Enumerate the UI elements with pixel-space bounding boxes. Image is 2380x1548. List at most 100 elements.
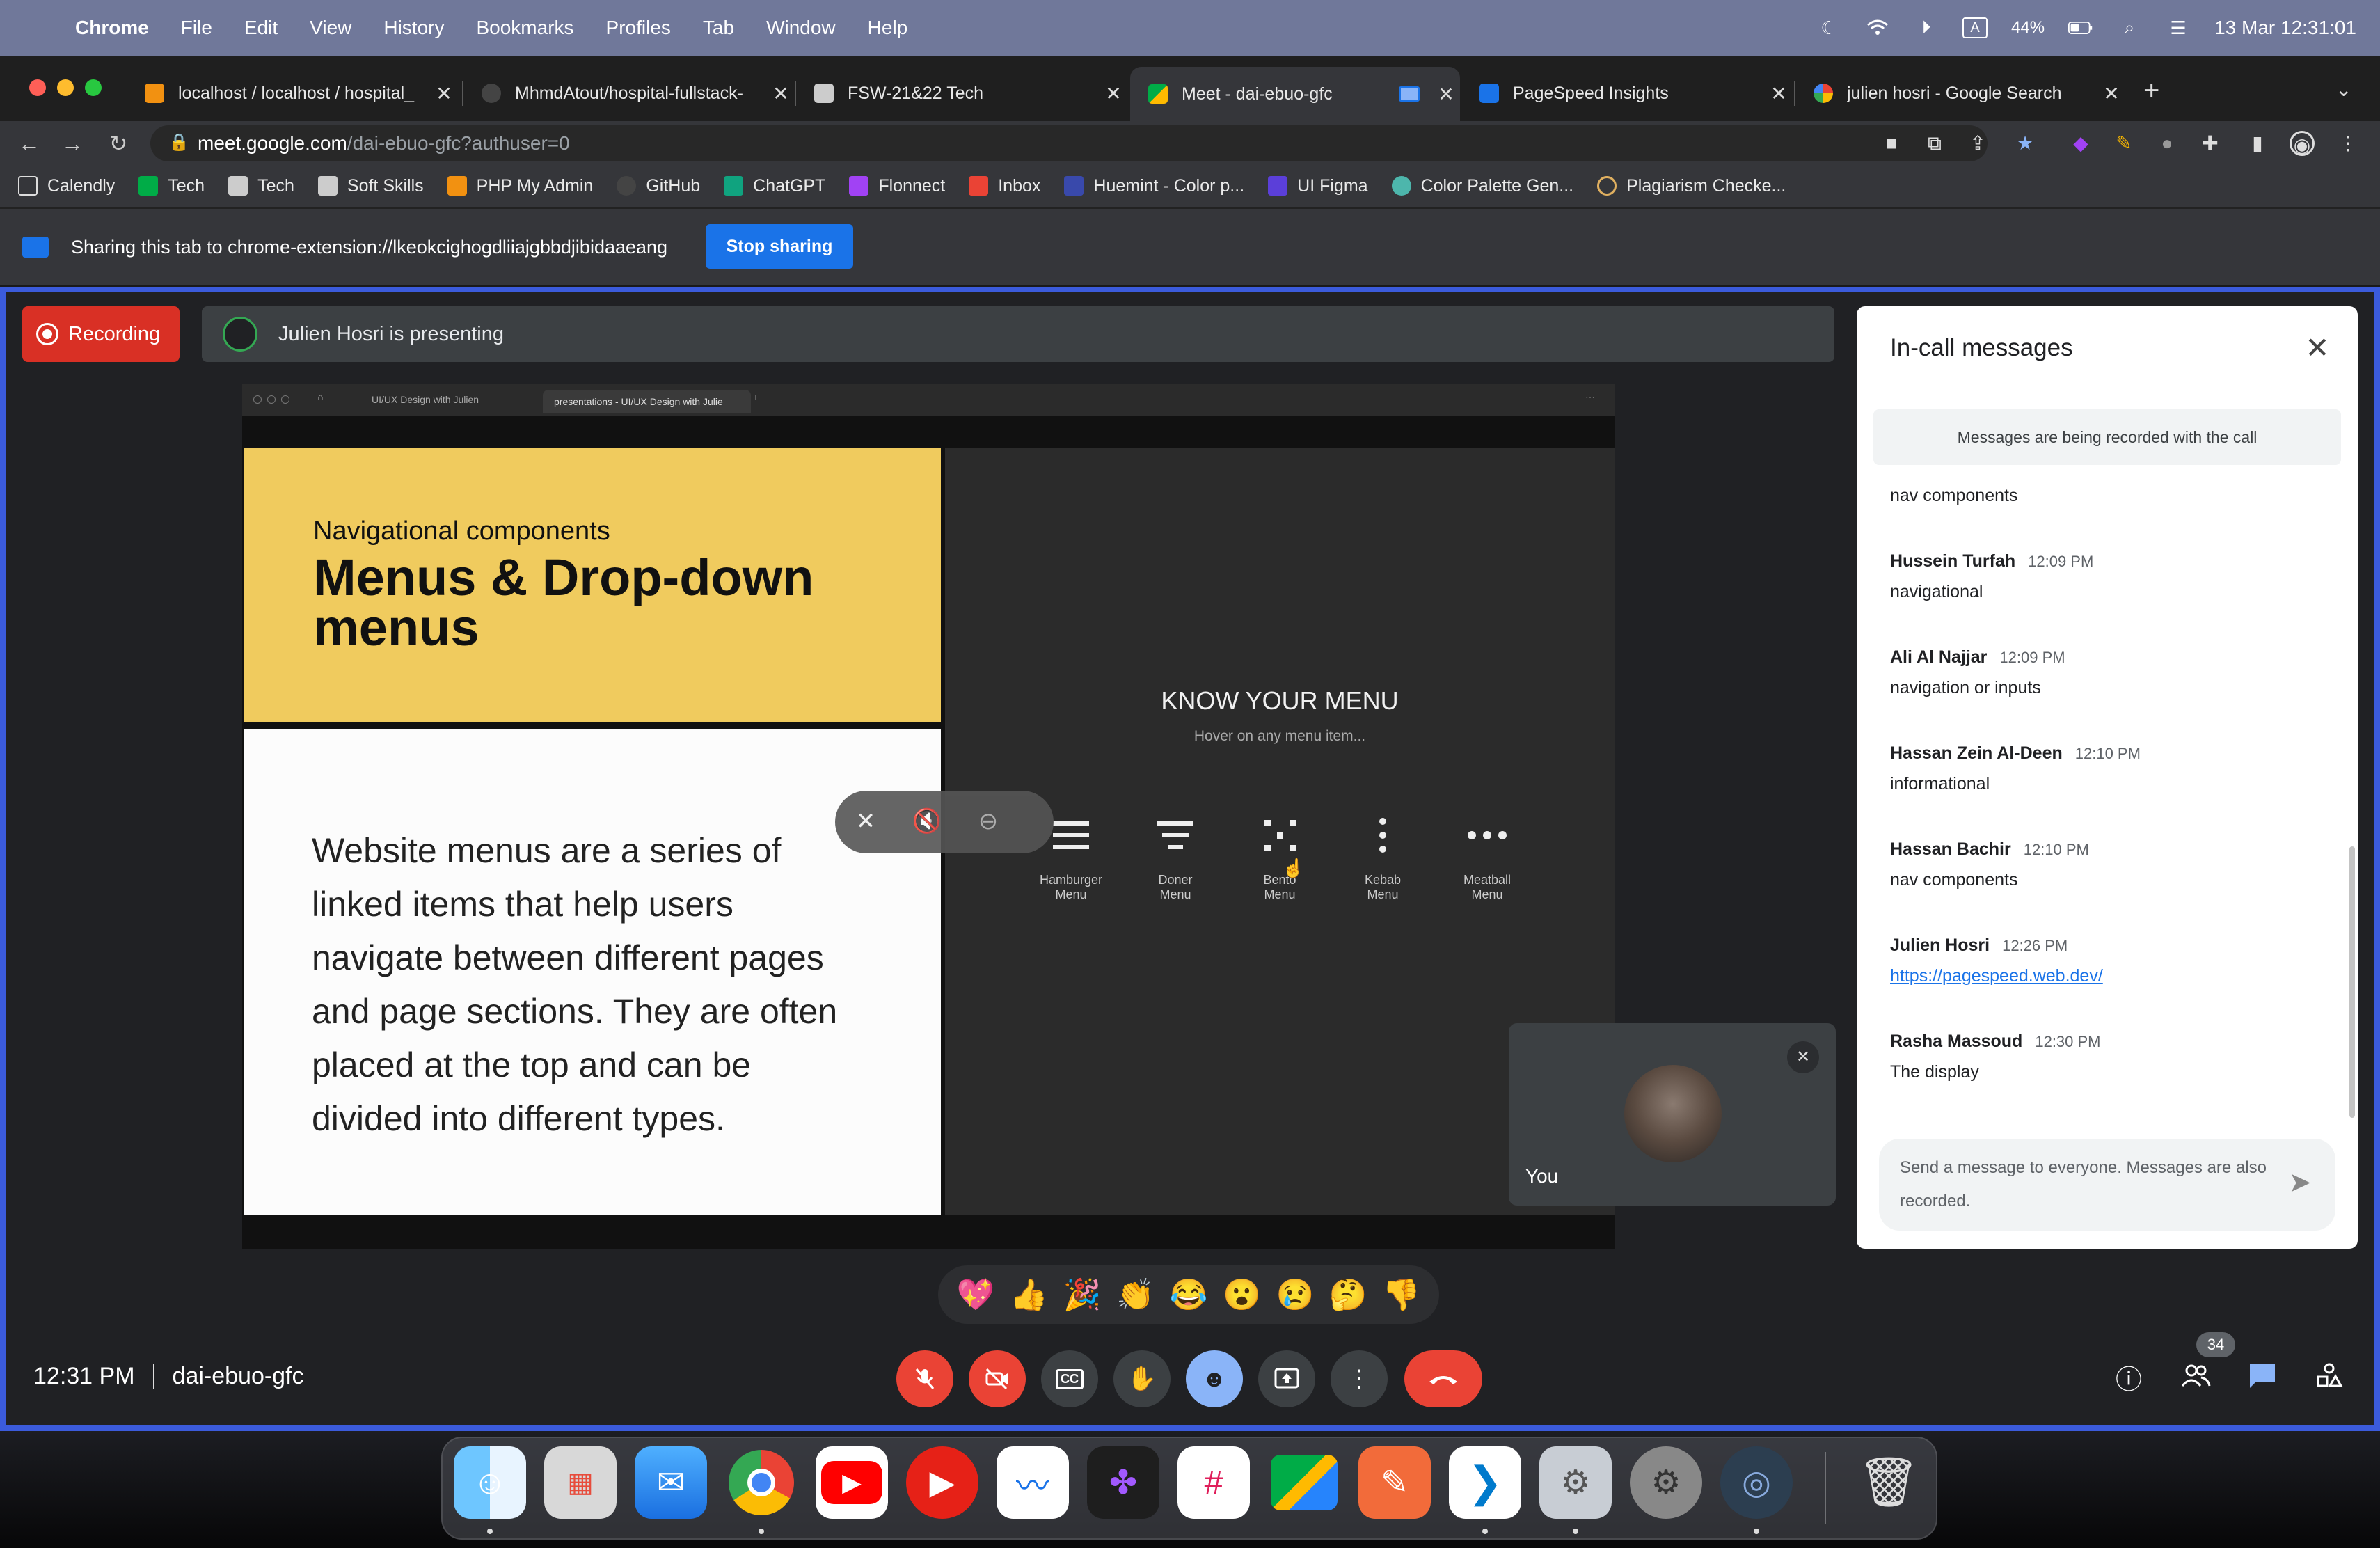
bookmark-ui-figma[interactable]: UI Figma <box>1268 176 1368 196</box>
bookmark-plagiarism[interactable]: Plagiarism Checke... <box>1597 176 1786 196</box>
youtube-icon[interactable]: ▶ <box>816 1446 888 1519</box>
laughing-reaction-icon[interactable]: 😂 <box>1170 1277 1208 1313</box>
bookmark-soft-skills[interactable]: Soft Skills <box>317 176 424 196</box>
chat-icon[interactable] <box>2244 1361 2281 1399</box>
menu-edit[interactable]: Edit <box>244 17 278 39</box>
settings-icon[interactable]: ⚙ <box>1630 1446 1702 1519</box>
tab-close-icon[interactable]: ✕ <box>1432 83 1460 106</box>
freeform-icon[interactable]: 〰 <box>997 1446 1069 1519</box>
moon-icon[interactable]: ☾ <box>1816 17 1841 38</box>
spotlight-search-icon[interactable]: ⌕ <box>2117 17 2142 38</box>
tab-pagespeed[interactable]: PageSpeed Insights ✕ <box>1461 72 1793 114</box>
finder-icon[interactable]: ☺ <box>454 1446 526 1519</box>
recording-button[interactable]: Recording <box>22 306 180 362</box>
chat-message-input[interactable]: Send a message to everyone. Messages are… <box>1879 1139 2335 1231</box>
tab-fsw-tech[interactable]: FSW-21&22 Tech ✕ <box>796 72 1127 114</box>
tab-close-icon[interactable]: ✕ <box>2097 82 2125 105</box>
tab-close-icon[interactable]: ✕ <box>430 82 458 105</box>
system-preferences-icon[interactable]: ⚙ <box>1539 1446 1612 1519</box>
message-link[interactable]: https://pagespeed.web.dev/ <box>1890 966 2103 986</box>
quicktime-icon[interactable]: ◎ <box>1720 1446 1793 1519</box>
pen-tool-icon[interactable]: ✎ <box>1358 1446 1431 1519</box>
captions-button[interactable]: CC <box>1041 1350 1098 1407</box>
launchpad-icon[interactable]: ▦ <box>544 1446 617 1519</box>
stop-sharing-button[interactable]: Stop sharing <box>706 224 853 269</box>
wifi-icon[interactable] <box>1865 17 1890 38</box>
back-arrow-icon[interactable]: ← <box>15 129 43 157</box>
sparkling-heart-reaction-icon[interactable]: 💖 <box>957 1277 995 1313</box>
extensions-puzzle-icon[interactable]: ✚ <box>2198 131 2223 156</box>
remove-icon[interactable]: ⊖ <box>973 807 1003 838</box>
bookmark-github[interactable]: GitHub <box>617 176 700 196</box>
camera-in-use-icon[interactable]: ■ <box>1879 131 1904 156</box>
bookmark-tech-2[interactable]: Tech <box>228 176 294 196</box>
bookmark-huemint[interactable]: Huemint - Color p... <box>1064 176 1244 196</box>
new-tab-icon[interactable]: + <box>2143 75 2159 106</box>
tab-close-icon[interactable]: ✕ <box>1100 82 1127 105</box>
bookmark-calendly[interactable]: Calendly <box>18 176 115 196</box>
bookmark-flonnect[interactable]: Flonnect <box>849 176 945 196</box>
sad-reaction-icon[interactable]: 😢 <box>1276 1277 1314 1313</box>
open-in-window-icon[interactable]: ⧉ <box>1922 131 1947 156</box>
microphone-off-button[interactable] <box>896 1350 953 1407</box>
menu-tab[interactable]: Tab <box>703 17 734 39</box>
slack-icon[interactable]: # <box>1177 1446 1250 1519</box>
menu-app-name[interactable]: Chrome <box>75 17 149 39</box>
mail-icon[interactable]: ✉ <box>635 1446 707 1519</box>
share-icon[interactable]: ⇪ <box>1965 131 1990 156</box>
surprised-reaction-icon[interactable]: 😮 <box>1223 1277 1261 1313</box>
present-now-button[interactable] <box>1258 1350 1315 1407</box>
window-zoom-button[interactable] <box>85 79 102 96</box>
extension-generic-icon[interactable]: ● <box>2155 131 2180 156</box>
leave-call-button[interactable] <box>1404 1350 1482 1407</box>
close-icon[interactable]: ✕ <box>2301 331 2334 365</box>
bookmark-phpmyadmin[interactable]: PHP My Admin <box>447 176 593 196</box>
lock-icon[interactable]: 🔒 <box>168 132 189 152</box>
bookmark-tech-1[interactable]: Tech <box>138 176 205 196</box>
control-center-icon[interactable]: ☰ <box>2166 17 2191 38</box>
chrome-menu-icon[interactable]: ⋮ <box>2335 131 2361 156</box>
tab-search-chevron-icon[interactable]: ⌄ <box>2335 78 2351 101</box>
figma-icon[interactable]: ✤ <box>1087 1446 1159 1519</box>
bookmark-color-palette[interactable]: Color Palette Gen... <box>1391 176 1573 196</box>
mic-off-icon[interactable]: ✕ <box>850 807 881 838</box>
menu-profiles[interactable]: Profiles <box>606 17 671 39</box>
reactions-button[interactable]: ☻ <box>1186 1350 1243 1407</box>
bookmark-star-icon[interactable]: ★ <box>2013 131 2038 156</box>
more-options-button[interactable]: ⋮ <box>1331 1350 1388 1407</box>
speaker-off-icon[interactable]: 🔇 <box>912 807 942 838</box>
menu-help[interactable]: Help <box>868 17 908 39</box>
extension-flonnect-icon[interactable]: ◆ <box>2068 131 2093 156</box>
menubar-datetime[interactable]: 13 Mar 12:31:01 <box>2214 17 2356 39</box>
address-bar[interactable]: 🔒 meet.google.com/dai-ebuo-gfc?authuser=… <box>150 125 1988 161</box>
profile-avatar[interactable]: ◉ <box>2290 131 2315 156</box>
clapping-hands-reaction-icon[interactable]: 👏 <box>1116 1277 1155 1313</box>
people-icon[interactable] <box>2177 1361 2214 1399</box>
menu-view[interactable]: View <box>310 17 351 39</box>
window-minimize-button[interactable] <box>57 79 74 96</box>
tab-close-icon[interactable]: ✕ <box>767 82 795 105</box>
tab-google-search[interactable]: julien hosri - Google Search ✕ <box>1795 72 2125 114</box>
google-meet-icon[interactable] <box>1268 1446 1340 1519</box>
meeting-details-icon[interactable]: ⓘ <box>2110 1361 2148 1399</box>
trash-icon[interactable]: 🗑 <box>1853 1446 1925 1519</box>
send-icon[interactable]: ➤ <box>2283 1167 2317 1201</box>
forward-arrow-icon[interactable]: → <box>58 129 86 157</box>
keyboard-input-icon[interactable]: A <box>1962 17 1988 38</box>
menu-window[interactable]: Window <box>766 17 836 39</box>
bookmark-chatgpt[interactable]: ChatGPT <box>724 176 825 196</box>
self-view-tile[interactable]: ✕ You <box>1509 1023 1836 1206</box>
thumbs-up-reaction-icon[interactable]: 👍 <box>1010 1277 1048 1313</box>
side-panel-icon[interactable]: ▮ <box>2245 131 2270 156</box>
reload-icon[interactable]: ↻ <box>104 129 132 157</box>
extension-pen-icon[interactable]: ✎ <box>2111 131 2136 156</box>
activities-icon[interactable] <box>2310 1361 2348 1399</box>
youtube-music-icon[interactable]: ▶ <box>906 1446 978 1519</box>
raise-hand-button[interactable]: ✋ <box>1113 1350 1171 1407</box>
vscode-icon[interactable]: ❯ <box>1449 1446 1521 1519</box>
camera-off-button[interactable] <box>969 1350 1026 1407</box>
menu-bookmarks[interactable]: Bookmarks <box>476 17 573 39</box>
chat-scrollbar[interactable] <box>2349 846 2355 1118</box>
play-circle-icon[interactable]: ⏵ <box>1914 17 1939 38</box>
chrome-icon[interactable] <box>725 1446 798 1519</box>
